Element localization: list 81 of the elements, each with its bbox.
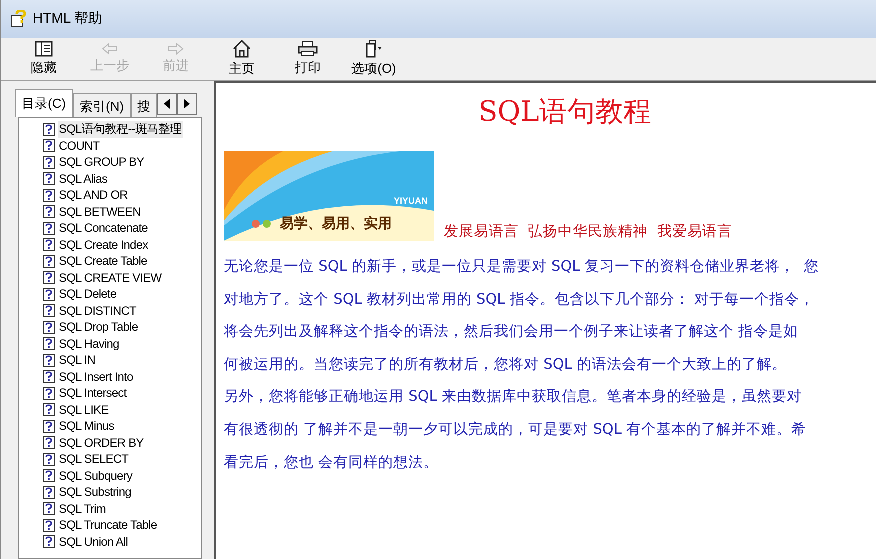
help-page-icon	[43, 469, 55, 482]
tree-item[interactable]: SQL SELECT	[58, 452, 130, 466]
help-page-icon	[43, 535, 55, 548]
help-page-icon	[43, 139, 55, 152]
options-icon	[365, 40, 383, 58]
help-page-icon	[43, 452, 55, 466]
tab[interactable]: 索引(N)	[73, 93, 132, 117]
tree-item[interactable]: SQL GROUP BY	[58, 155, 146, 170]
help-page-icon	[43, 156, 55, 169]
tree-item[interactable]: SQL Insert Into	[58, 370, 134, 384]
help-page-icon	[43, 354, 55, 367]
tree-item[interactable]: SQL IN	[58, 353, 97, 368]
help-page-icon	[43, 518, 55, 532]
toolbar-button[interactable]: 隐藏	[11, 38, 77, 80]
tree-item[interactable]: SQL Substring	[58, 485, 132, 500]
paragraph-line: 有很透彻的 了解并不是一朝一夕可以完成的，可是要对 SQL 有个基本的了解并不难。希	[224, 420, 808, 440]
tree-item[interactable]: COUNT	[58, 138, 101, 153]
help-page-icon	[43, 205, 55, 218]
page-heading: SQL语句教程	[478, 94, 652, 130]
help-page-icon	[43, 403, 55, 416]
right-arrow-icon	[168, 43, 184, 55]
tree-item[interactable]: SQL Minus	[58, 419, 116, 434]
banner-image: YIYUAN 易学、易用、实用	[224, 151, 434, 241]
right-triangle-icon	[184, 99, 190, 109]
printer-icon	[298, 41, 318, 57]
tree-item[interactable]: SQL LIKE	[58, 402, 110, 417]
toolbar-button[interactable]: 主页	[209, 38, 275, 80]
left-triangle-icon	[164, 99, 170, 109]
tree-item[interactable]: SQL Union All	[58, 534, 130, 549]
help-page-icon	[43, 222, 55, 235]
paragraph-line: 看完后，您也 会有同样的想法。	[224, 454, 440, 473]
tree-item[interactable]: SQL DISTINCT	[58, 304, 138, 318]
help-page-icon	[43, 304, 55, 318]
help-page-icon	[43, 238, 55, 252]
tree-item[interactable]: SQL Create Index	[58, 238, 150, 252]
tree-item[interactable]: SQL Trim	[58, 502, 108, 516]
tree-item[interactable]: SQL Truncate Table	[58, 518, 158, 532]
paragraph-line: 对地方了。这个 SQL 教材列出常用的 SQL 指令。包含以下几个部分： 对于每一个指令，	[224, 290, 816, 310]
help-page-icon	[43, 486, 55, 499]
tree-item[interactable]: SQL CREATE VIEW	[58, 270, 163, 285]
tree-item[interactable]: SQL语句教程--斑马整理	[58, 120, 183, 138]
help-page-icon	[43, 271, 55, 284]
help-page-icon	[43, 288, 55, 301]
tree-item[interactable]: SQL Drop Table	[58, 320, 140, 334]
help-page-icon	[43, 337, 55, 350]
tree-item[interactable]: SQL BETWEEN	[58, 204, 142, 219]
tree-item[interactable]: SQL Concatenate	[58, 221, 149, 236]
scroll-right-button[interactable]	[177, 93, 198, 115]
help-icon	[11, 10, 29, 28]
tree-item[interactable]: SQL Having	[58, 336, 120, 351]
tree-item[interactable]: SQL ORDER BY	[58, 436, 145, 450]
toolbar-button[interactable]: 选项(O)	[341, 38, 407, 80]
help-page-icon	[43, 436, 55, 450]
paragraph-line: 何被运用的。当您读完了的所有教材后，您将对 SQL 的语法会有一个大致上的了解。	[224, 356, 788, 375]
panel-icon	[35, 41, 53, 57]
tree-item[interactable]: SQL Delete	[58, 287, 118, 302]
help-page-icon	[43, 122, 55, 136]
tagline: 发展易语言 弘扬中华民族精神 我爱易语言	[444, 222, 732, 241]
toolbar-button[interactable]: 打印	[275, 38, 341, 80]
help-page-icon	[43, 502, 55, 516]
tree-item[interactable]: SQL AND OR	[58, 188, 129, 202]
help-page-icon	[43, 254, 55, 268]
help-page-icon	[43, 188, 55, 202]
tree-item[interactable]: SQL Alias	[58, 172, 109, 186]
help-page-icon	[43, 172, 55, 186]
tree-item[interactable]: SQL Create Table	[58, 254, 148, 268]
scroll-left-button[interactable]	[157, 93, 178, 115]
help-page-icon	[43, 420, 55, 433]
window-title: HTML 帮助	[33, 10, 102, 28]
help-page-icon	[43, 320, 55, 334]
home-icon	[233, 40, 251, 58]
tab[interactable]: 搜	[131, 93, 158, 117]
paragraph-line: 另外，您将能够正确地运用 SQL 来由数据库中获取信息。笔者本身的经验是，虽然要对	[224, 388, 803, 408]
paragraph-line: 将会先列出及解释这个指令的语法，然后我们会用一个例子来让读者了解这个 指令是如	[224, 323, 800, 342]
left-arrow-icon	[102, 43, 118, 55]
help-page-icon	[43, 370, 55, 384]
paragraph-line: 无论您是一位 SQL 的新手，或是一位只是需要对 SQL 复习一下的资料仓储业界老将， 您	[224, 258, 820, 277]
tree-item[interactable]: SQL Intersect	[58, 386, 128, 400]
help-page-icon	[43, 386, 55, 400]
tree-item[interactable]: SQL Subquery	[58, 468, 134, 483]
tab[interactable]: 目录(C)	[15, 89, 74, 117]
